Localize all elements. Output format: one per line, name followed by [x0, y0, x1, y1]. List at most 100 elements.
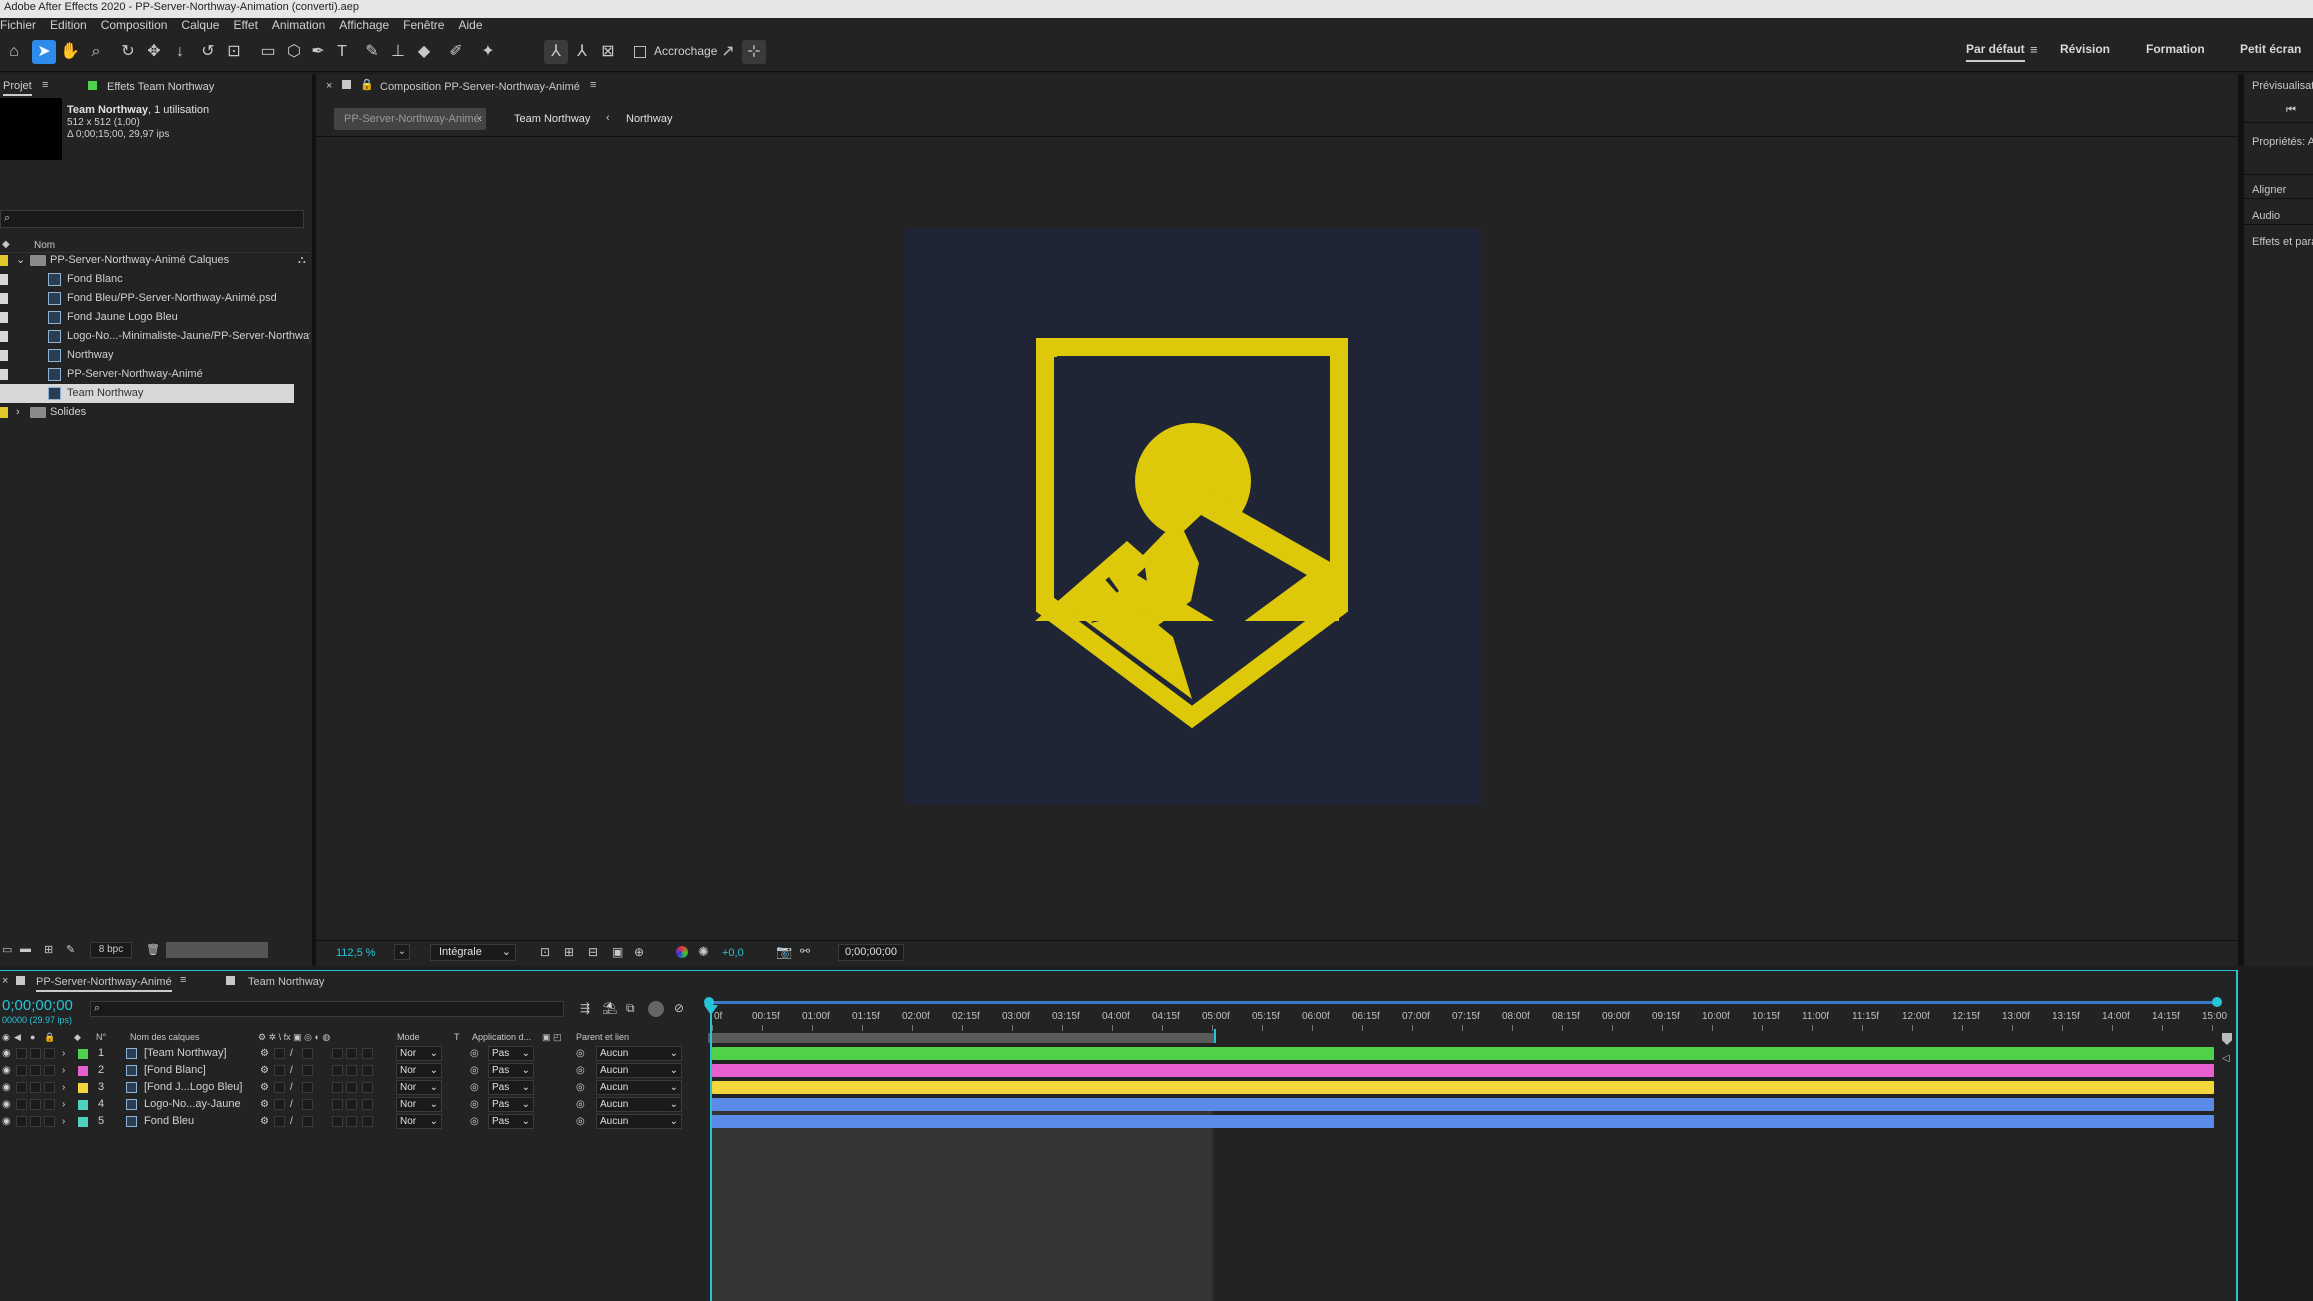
mode-dropdown[interactable]: Nor ⌄: [396, 1046, 442, 1061]
layer-duration-bar[interactable]: [712, 1098, 2214, 1111]
bit-depth-button[interactable]: 8 bpc: [90, 942, 132, 958]
workspace-learn[interactable]: Formation: [2146, 42, 2205, 56]
eye-icon[interactable]: ◉: [2, 1096, 11, 1113]
show-snapshot-icon[interactable]: ⚯: [800, 944, 810, 958]
solo-toggle[interactable]: [30, 1082, 41, 1093]
workspace-default[interactable]: Par défaut: [1966, 42, 2025, 62]
chevron-right-icon[interactable]: ›: [62, 1113, 65, 1130]
audio-toggle[interactable]: [16, 1082, 27, 1093]
project-item[interactable]: Team Northway: [0, 384, 294, 403]
region-of-interest-icon[interactable]: ⊡: [540, 945, 550, 959]
text-tool-icon[interactable]: T: [330, 40, 354, 64]
layer-duration-bar[interactable]: [712, 1115, 2214, 1128]
pan-camera-icon[interactable]: ✥: [142, 40, 166, 64]
menu-edition[interactable]: Edition: [50, 18, 87, 32]
3d-switch[interactable]: [362, 1099, 373, 1110]
effects-presets-tab[interactable]: Effets et paramètres: [2252, 236, 2313, 248]
label-color-swatch[interactable]: [0, 274, 8, 285]
frame-blending-icon[interactable]: [648, 1001, 664, 1017]
layer-label-color[interactable]: [78, 1117, 88, 1127]
current-time[interactable]: 0;00;00;00: [2, 997, 73, 1014]
workspace-small-screen[interactable]: Petit écran: [2240, 42, 2301, 56]
comp-panel-menu-icon[interactable]: ≡: [590, 79, 596, 91]
layer-name[interactable]: Logo-No...ay-Jaune: [144, 1096, 241, 1113]
breadcrumb-2[interactable]: Northway: [626, 113, 672, 125]
transparency-grid-icon[interactable]: ⊞: [564, 945, 574, 959]
menu-animation[interactable]: Animation: [272, 18, 325, 32]
folder-flow-icon[interactable]: ⛬: [298, 254, 306, 267]
snapshot-icon[interactable]: 📷: [776, 944, 792, 960]
chevron-right-icon[interactable]: ›: [16, 403, 20, 422]
color-channel-icon[interactable]: [676, 946, 688, 958]
workspace-review[interactable]: Révision: [2060, 42, 2110, 56]
adjustment-switch[interactable]: [346, 1048, 357, 1059]
track-matte-dropdown[interactable]: Pas ⌄: [488, 1114, 534, 1129]
new-comp-icon[interactable]: ⊞: [44, 943, 53, 956]
hand-tool-icon[interactable]: ✋: [58, 40, 82, 64]
view-axis-icon[interactable]: ⊠: [596, 40, 620, 64]
layer-name[interactable]: [Fond Blanc]: [144, 1062, 206, 1079]
comp-timecode[interactable]: 0;00;00;00: [838, 944, 904, 961]
rectangle-tool-icon[interactable]: ▭: [256, 40, 280, 64]
audio-toggle[interactable]: [16, 1048, 27, 1059]
track-matte-dropdown[interactable]: Pas ⌄: [488, 1080, 534, 1095]
world-axis-icon[interactable]: ⅄: [570, 40, 594, 64]
align-tab[interactable]: Aligner: [2252, 184, 2286, 196]
mode-dropdown[interactable]: Nor ⌄: [396, 1097, 442, 1112]
lock-toggle[interactable]: [44, 1082, 55, 1093]
eye-icon[interactable]: ◉: [2, 1113, 11, 1130]
layer-duration-bar[interactable]: [712, 1047, 2214, 1060]
project-item[interactable]: Logo-No...-Minimaliste-Jaune/PP-Server-N…: [0, 327, 310, 346]
menu-effet[interactable]: Effet: [233, 18, 257, 32]
solo-toggle[interactable]: [30, 1048, 41, 1059]
project-item[interactable]: Fond Jaune Logo Bleu: [0, 308, 310, 327]
timeline-menu-icon[interactable]: ≡: [180, 974, 186, 986]
menu-aide[interactable]: Aide: [458, 18, 482, 32]
menu-calque[interactable]: Calque: [181, 18, 219, 32]
zoom-tool-icon[interactable]: ⌕: [84, 40, 108, 64]
audio-tab[interactable]: Audio: [2252, 210, 2280, 222]
menu-affichage[interactable]: Affichage: [339, 18, 389, 32]
pen-tool-icon[interactable]: ✒: [306, 40, 330, 64]
quality-switch-icon[interactable]: /: [290, 1062, 293, 1079]
project-item[interactable]: PP-Server-Northway-Animé: [0, 365, 310, 384]
new-folder-icon[interactable]: ▬: [20, 943, 31, 955]
work-area-end-handle[interactable]: [2212, 997, 2222, 1007]
layer-row[interactable]: ◉ › 1 [Team Northway] ⚙ / Nor ⌄ ◎ Pas ⌄ ◎ Aucun ⌄: [0, 1045, 700, 1062]
solo-toggle[interactable]: [30, 1099, 41, 1110]
motion-blur-switch[interactable]: [332, 1048, 343, 1059]
layer-row[interactable]: ◉ › 3 [Fond J...Logo Bleu] ⚙ / Nor ⌄ ◎ Pas ⌄ ◎ Aucun…: [0, 1079, 700, 1096]
layer-row[interactable]: ◉ › 4 Logo-No...ay-Jaune ⚙ / Nor ⌄ ◎ Pas ⌄ ◎ Aucun ⌄: [0, 1096, 700, 1113]
parent-dropdown[interactable]: Aucun ⌄: [596, 1046, 682, 1061]
label-column-icon[interactable]: ◆: [2, 239, 10, 250]
motion-blur-switch[interactable]: [332, 1082, 343, 1093]
graph-editor-icon[interactable]: ⊘: [674, 1001, 684, 1015]
quality-switch-icon[interactable]: /: [290, 1079, 293, 1096]
timeline-tab-main[interactable]: PP-Server-Northway-Animé: [36, 976, 172, 992]
pick-whip-icon[interactable]: ◎: [576, 1062, 585, 1079]
track-matte-dropdown[interactable]: Pas ⌄: [488, 1063, 534, 1078]
comp-mini-flowchart-icon[interactable]: ⇶: [580, 1001, 590, 1015]
interpret-footage-icon[interactable]: ▭: [2, 943, 12, 956]
eraser-tool-icon[interactable]: ◆: [412, 40, 436, 64]
clone-stamp-icon[interactable]: ⊥: [386, 40, 410, 64]
adjustment-switch[interactable]: [346, 1065, 357, 1076]
layer-name[interactable]: [Team Northway]: [144, 1045, 227, 1062]
project-item[interactable]: Fond Blanc: [0, 270, 310, 289]
motion-blur-switch[interactable]: [332, 1065, 343, 1076]
quality-switch-icon[interactable]: /: [290, 1096, 293, 1113]
label-color-swatch[interactable]: [0, 255, 8, 266]
menu-composition[interactable]: Composition: [101, 18, 168, 32]
collapse-switch[interactable]: [274, 1065, 285, 1076]
lock-icon[interactable]: 🔒: [360, 78, 374, 91]
pick-whip-icon[interactable]: ◎: [576, 1079, 585, 1096]
zoom-dropdown-icon[interactable]: ⌄: [394, 944, 410, 960]
project-search-input[interactable]: ⌕: [0, 210, 304, 228]
adjustment-switch[interactable]: [346, 1099, 357, 1110]
grid-options-icon[interactable]: ⊕: [634, 945, 644, 959]
shy-switch-icon[interactable]: ⚙: [260, 1079, 269, 1096]
work-area-bar[interactable]: [708, 1001, 2218, 1004]
layer-row[interactable]: ◉ › 5 Fond Bleu ⚙ / Nor ⌄ ◎ Pas ⌄ ◎ Aucun ⌄: [0, 1113, 700, 1130]
collapse-switch[interactable]: [274, 1116, 285, 1127]
zoom-value[interactable]: 112,5 %: [336, 947, 376, 959]
